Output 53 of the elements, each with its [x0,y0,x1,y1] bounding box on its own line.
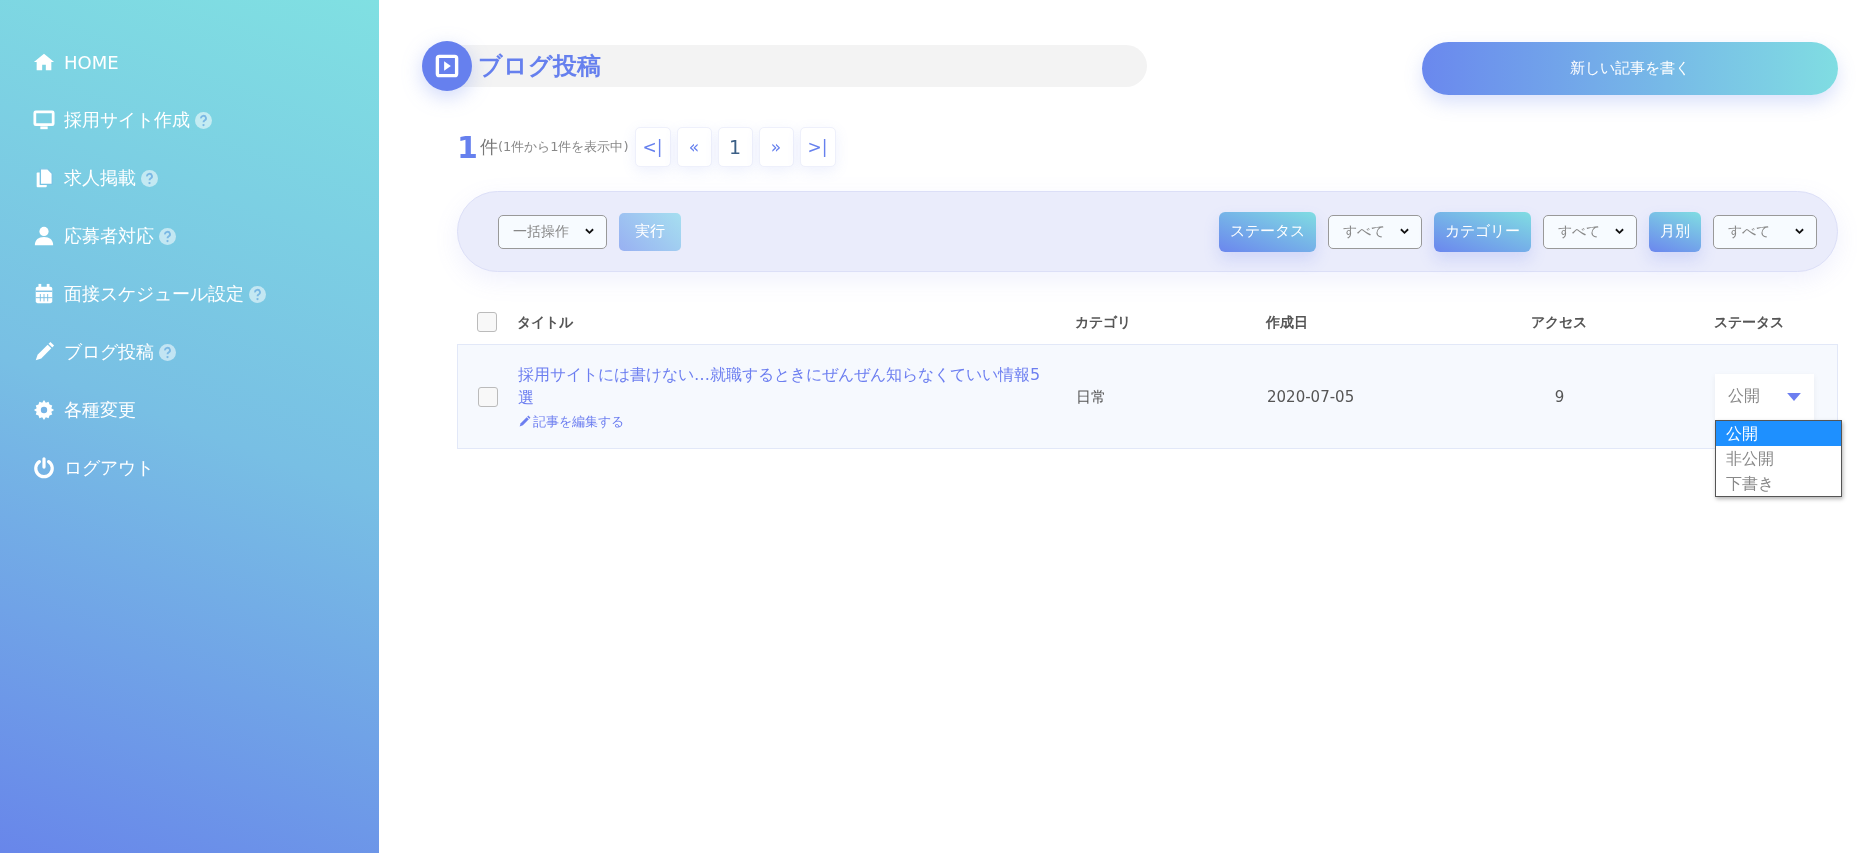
user-icon [33,225,55,247]
page-title: ブログ投稿 [478,51,601,82]
monitor-icon [33,109,55,131]
column-header: タイトル [517,313,573,330]
column-header: アクセス [1530,313,1587,330]
count-unit: 件 [479,135,498,159]
new-post-button[interactable]: 新しい記事を書く [1422,42,1838,95]
chevron-down-icon [1400,228,1409,235]
dropdown-option[interactable]: 下書き [1716,470,1841,496]
edit-link[interactable]: 記事を編集する [518,412,1076,431]
pencil-icon [518,415,531,428]
select-field[interactable]: すべて [1713,214,1817,249]
post-title-link[interactable]: 採用サイトには書けない…就職するときにぜんぜん知らなくていい情報5選 [518,362,1048,409]
power-icon [33,457,55,479]
pencil-icon [33,341,55,363]
column-header: 作成日 [1266,313,1308,330]
table-cell: 日常 [1076,387,1106,406]
page-button[interactable]: >| [799,127,836,167]
nav-item[interactable]: 各種変更 [0,381,379,439]
nav-item[interactable]: 応募者対応 [0,207,379,265]
select-field[interactable]: 一括操作 [498,214,607,249]
page-button[interactable]: « [676,127,712,167]
select-field[interactable]: すべて [1328,214,1422,249]
status-select[interactable]: 公開 [1715,373,1814,420]
nav-item[interactable]: 面接スケジュール設定 [0,265,379,323]
nav-item[interactable]: 求人掲載 [0,149,379,207]
gear-icon [33,399,55,421]
chevron-down-icon [1795,228,1804,235]
run-button[interactable]: 実行 [619,212,681,251]
chevron-down-icon [1615,228,1624,235]
filter-label: カテゴリー [1434,211,1531,252]
filter-label: ステータス [1219,211,1316,252]
page-button[interactable]: 1 [717,127,753,167]
page-button[interactable]: <| [634,127,671,167]
checkbox[interactable] [478,386,498,407]
chevron-down-icon [585,228,594,235]
table-cell: 2020-07-05 [1267,388,1355,406]
filter-label: 月別 [1649,211,1701,252]
result-summary: (1件から1件を表示中) [497,139,629,154]
nav-item[interactable]: ブログ投稿 [0,323,379,381]
page-button[interactable]: » [758,127,794,167]
caret-down-icon [1787,392,1801,401]
table-cell: 9 [1554,388,1565,406]
dropdown-option[interactable]: 非公開 [1716,445,1841,471]
home-icon [33,51,55,73]
dropdown-option[interactable]: 公開 [1716,420,1841,446]
column-header: カテゴリ [1075,313,1131,330]
result-count: 1 [457,129,478,165]
select-field[interactable]: すべて [1543,214,1637,249]
column-header: ステータス [1714,313,1784,330]
nav-item[interactable]: ログアウト [0,439,379,497]
calendar-icon [33,283,55,305]
checkbox[interactable] [477,311,497,332]
